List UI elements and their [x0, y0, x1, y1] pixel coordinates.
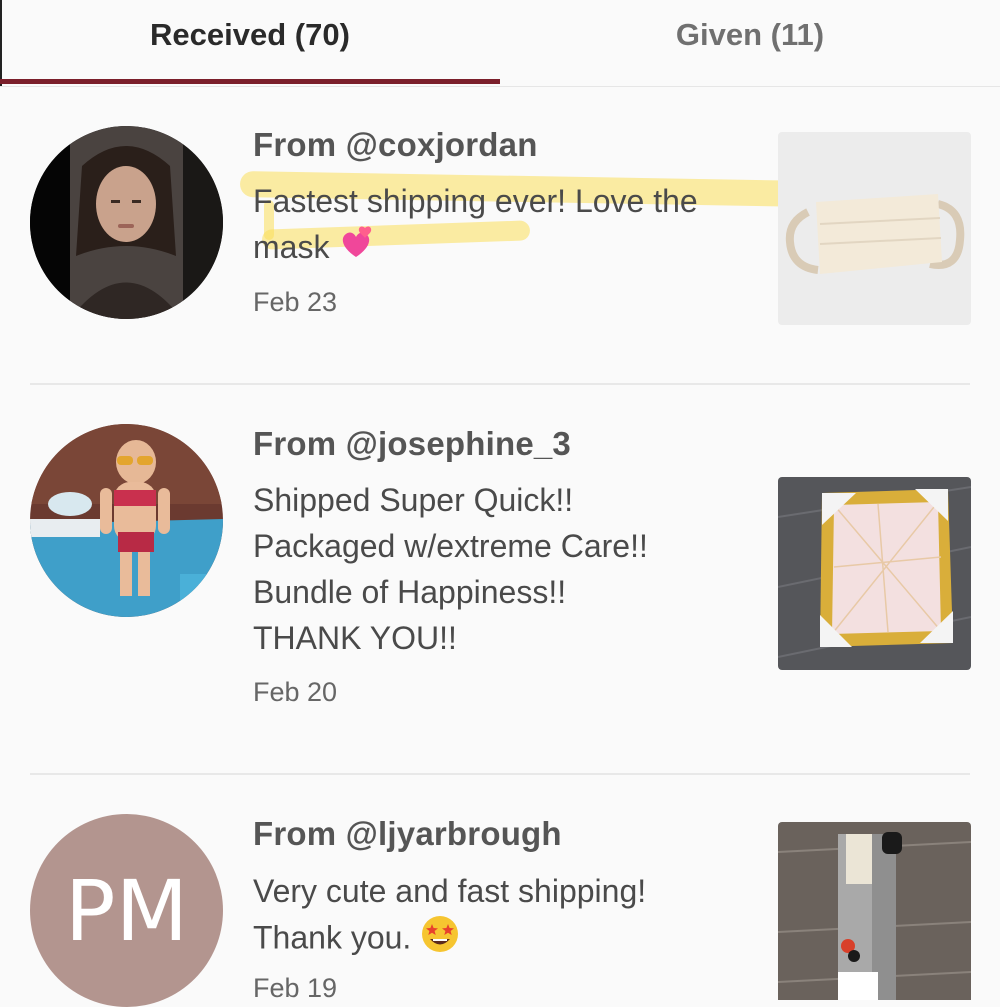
review-author[interactable]: From @ljyarbrough — [253, 815, 562, 853]
review-date: Feb 20 — [253, 677, 338, 707]
review-author[interactable]: From @coxjordan — [253, 126, 538, 164]
review-comment: Very cute and fast shipping! Thank you. — [253, 868, 733, 966]
divider — [30, 383, 970, 385]
active-tab-indicator — [0, 79, 500, 84]
item-thumbnail[interactable] — [778, 822, 971, 1000]
avatar[interactable] — [30, 424, 223, 617]
review-date: Feb 23 — [253, 287, 338, 317]
tab-bar: Received (70) Given (11) — [0, 0, 1000, 87]
tab-received[interactable]: Received (70) — [0, 0, 500, 84]
avatar[interactable]: PM — [30, 814, 223, 1007]
item-thumbnail[interactable] — [778, 477, 971, 670]
item-thumbnail[interactable] — [778, 132, 971, 325]
avatar[interactable] — [30, 126, 223, 319]
avatar-initials: PM — [64, 861, 189, 960]
tab-given[interactable]: Given (11) — [500, 0, 1000, 84]
review-date: Feb 19 — [253, 973, 338, 1003]
review-author[interactable]: From @josephine_3 — [253, 425, 571, 463]
review-comment: Fastest shipping ever! Love the mask — [253, 178, 723, 274]
sparkling-heart-icon — [338, 226, 374, 274]
star-struck-icon — [420, 914, 460, 966]
divider — [30, 773, 970, 775]
review-comment: Shipped Super Quick!! Packaged w/extreme… — [253, 482, 648, 656]
